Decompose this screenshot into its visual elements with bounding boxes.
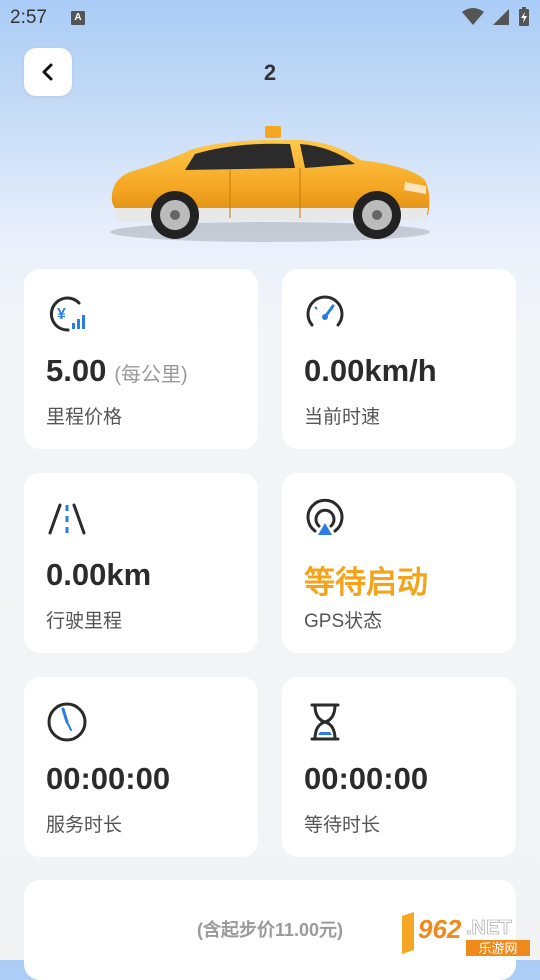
service-time-card: 00:00:00 服务时长 <box>24 677 258 857</box>
price-card: ¥ 5.00 (每公里) 里程价格 <box>24 269 258 449</box>
gps-status-value: 等待启动 <box>304 565 428 600</box>
wait-time-value: 00:00:00 <box>304 761 429 796</box>
wait-time-card: 00:00:00 等待时长 <box>282 677 516 857</box>
price-value: 5.00 (每公里) <box>46 353 188 388</box>
price-label: 里程价格 <box>46 407 123 428</box>
watermark-number: 962 <box>418 914 462 944</box>
cell-signal-icon <box>493 9 509 25</box>
status-icons <box>462 7 530 27</box>
wifi-icon <box>462 8 484 25</box>
notification-icon: A <box>71 11 85 25</box>
distance-card: 0.00km 行驶里程 <box>24 473 258 653</box>
watermark-suffix: .NET <box>466 917 512 939</box>
speed-card: 0.00km/h 当前时速 <box>282 269 516 449</box>
status-time: 2:57 <box>10 7 47 28</box>
yen-signal-icon: ¥ <box>49 296 85 332</box>
road-icon <box>48 503 86 535</box>
distance-label: 行驶里程 <box>46 611 123 632</box>
price-unit: (每公里) <box>114 364 188 386</box>
gps-card: 等待启动 GPS状态 <box>282 473 516 653</box>
hourglass-icon <box>310 703 340 741</box>
battery-icon <box>519 7 529 26</box>
service-time-label: 服务时长 <box>46 815 123 836</box>
taxi-car-image <box>110 126 430 242</box>
gps-label: GPS状态 <box>304 611 383 632</box>
speed-value: 0.00km/h <box>304 353 437 388</box>
service-time-value: 00:00:00 <box>46 761 171 796</box>
wait-time-label: 等待时长 <box>304 815 381 836</box>
gps-signal-icon <box>306 498 344 535</box>
status-bar: 2:57 A <box>0 0 540 36</box>
page-title: 2 <box>263 60 277 85</box>
svg-text:¥: ¥ <box>57 306 66 323</box>
distance-value: 0.00km <box>46 557 152 592</box>
speed-label: 当前时速 <box>304 407 381 428</box>
speedometer-icon <box>306 295 344 327</box>
site-watermark-logo: 962 .NET 乐游网 <box>402 912 530 956</box>
clock-icon <box>47 702 87 742</box>
watermark-sub: 乐游网 <box>478 942 517 956</box>
